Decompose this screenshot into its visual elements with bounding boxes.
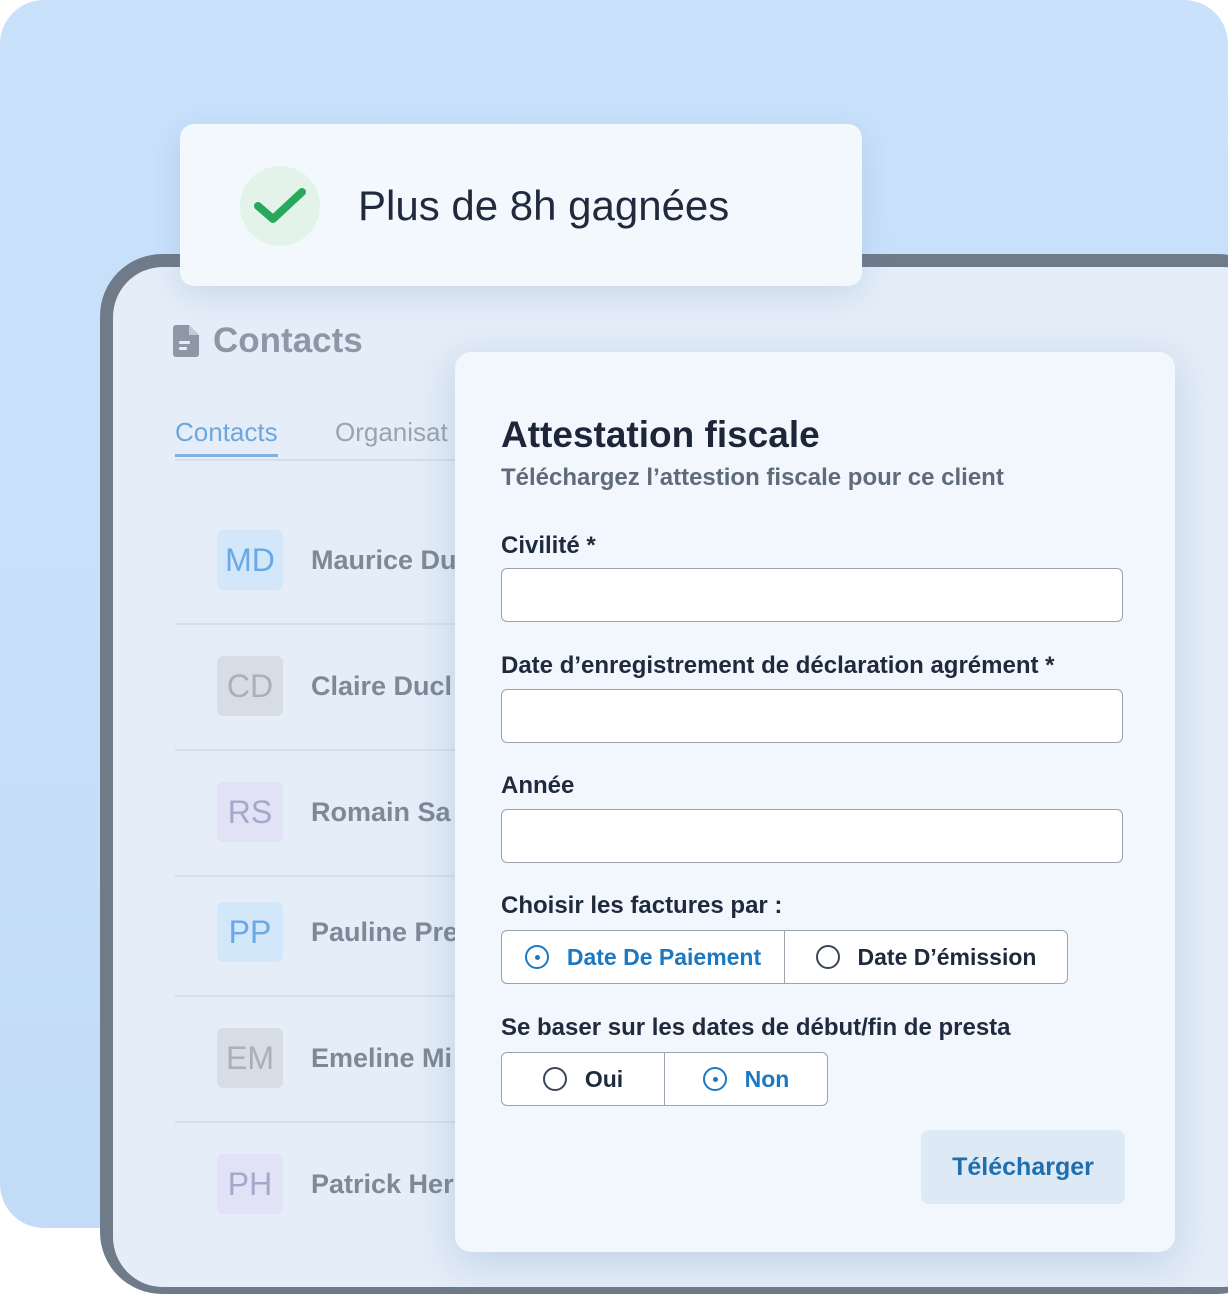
civilite-field[interactable] — [501, 568, 1123, 622]
contact-name: Romain Sa — [311, 796, 451, 827]
modal-title: Attestation fiscale — [501, 414, 820, 455]
date-enregistrement-label: Date d’enregistrement de déclaration agr… — [501, 652, 1055, 679]
presta-segmented-control: Oui Non — [501, 1052, 828, 1106]
contact-name: Maurice Du — [311, 544, 457, 575]
time-saved-badge: Plus de 8h gagnées — [180, 124, 862, 286]
badge-text: Plus de 8h gagnées — [358, 182, 730, 229]
attestation-modal: Attestation fiscale Téléchargez l’attest… — [455, 352, 1175, 1252]
option-date-paiement[interactable]: Date De Paiement — [502, 931, 784, 983]
page-title-text: Contacts — [213, 321, 363, 360]
avatar: CD — [217, 656, 283, 716]
factures-segmented-control: Date De Paiement Date D’émission — [501, 930, 1068, 984]
annee-field[interactable] — [501, 809, 1123, 863]
civilite-label: Civilité * — [501, 532, 596, 559]
contact-name: Claire Ducl — [311, 670, 453, 701]
contact-name: Pauline Pre — [311, 916, 459, 947]
modal-subtitle: Téléchargez l’attestion fiscale pour ce … — [501, 464, 1004, 491]
presta-label: Se baser sur les dates de début/fin de p… — [501, 1014, 1011, 1041]
option-non[interactable]: Non — [664, 1053, 827, 1105]
download-button[interactable]: Télécharger — [921, 1130, 1125, 1204]
radio-selected-icon — [524, 945, 549, 969]
factures-label: Choisir les factures par : — [501, 892, 783, 919]
document-icon — [173, 325, 199, 357]
avatar: RS — [217, 782, 283, 842]
avatar: PH — [217, 1154, 283, 1214]
option-label: Non — [744, 1065, 790, 1092]
date-enregistrement-field[interactable] — [501, 689, 1123, 743]
avatar: PP — [217, 902, 283, 962]
contact-name: Emeline Mi — [311, 1042, 453, 1073]
radio-unselected-icon — [542, 1067, 567, 1091]
tab-organisations[interactable]: Organisat — [335, 417, 448, 448]
option-label: Oui — [584, 1065, 624, 1092]
avatar: EM — [217, 1028, 283, 1088]
radio-unselected-icon — [815, 945, 840, 969]
avatar: MD — [217, 530, 283, 590]
option-label: Date D’émission — [857, 943, 1037, 970]
contact-name: Patrick Her — [311, 1168, 454, 1199]
annee-label: Année — [501, 772, 575, 799]
radio-selected-icon — [702, 1067, 727, 1091]
check-icon — [254, 188, 306, 223]
check-circle — [240, 166, 320, 246]
option-label: Date De Paiement — [566, 943, 762, 970]
page-title: Contacts — [173, 321, 363, 361]
tab-contacts[interactable]: Contacts — [175, 417, 278, 457]
option-oui[interactable]: Oui — [502, 1053, 664, 1105]
option-date-emission[interactable]: Date D’émission — [784, 931, 1067, 983]
